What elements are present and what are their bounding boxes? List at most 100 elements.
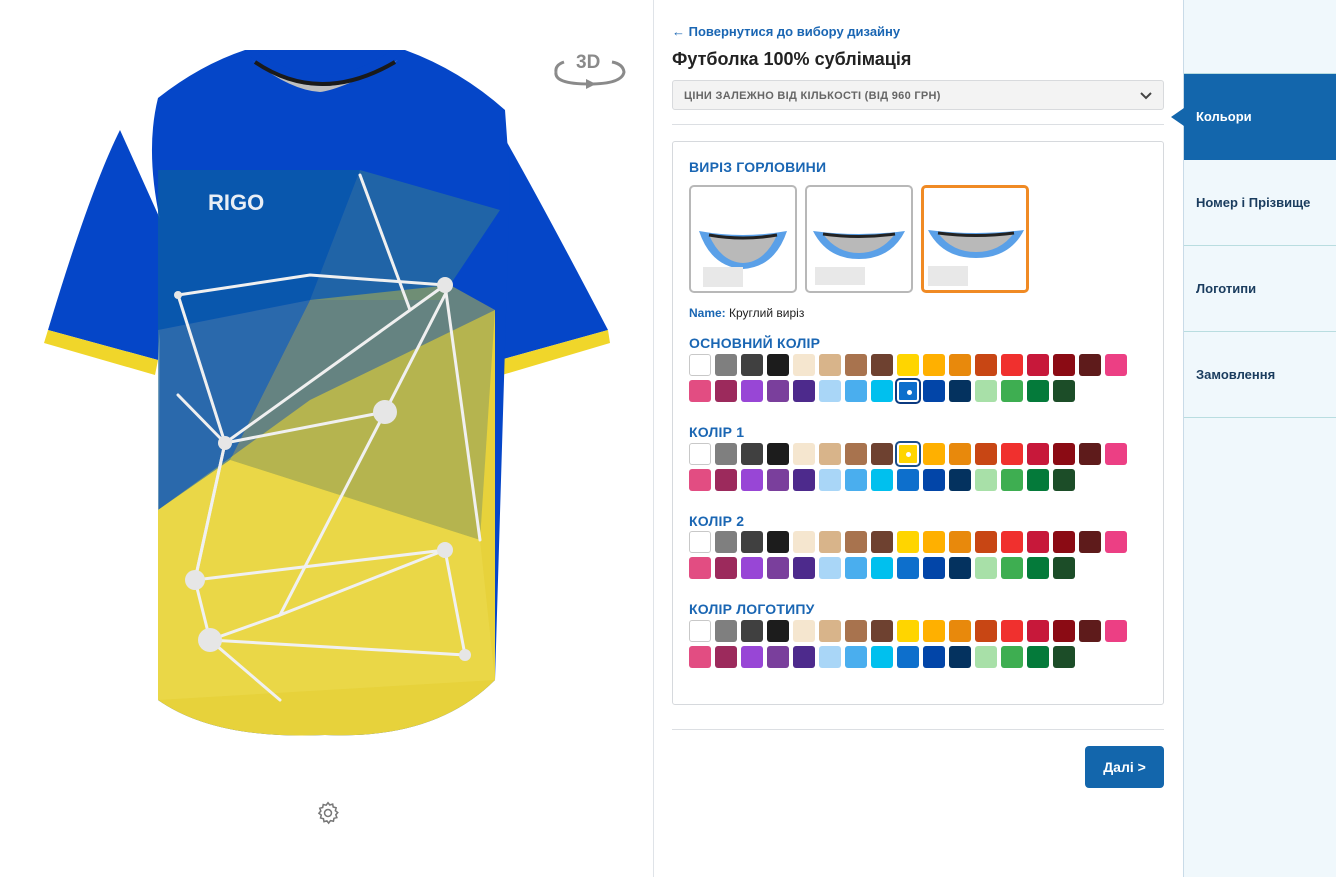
color-swatch[interactable] [975, 646, 997, 668]
color-swatch[interactable] [767, 557, 789, 579]
color-swatch[interactable] [715, 354, 737, 376]
color-swatch[interactable] [793, 469, 815, 491]
color-swatch[interactable] [1053, 557, 1075, 579]
color-swatch[interactable] [1053, 620, 1075, 642]
color-swatch[interactable] [1053, 354, 1075, 376]
color-swatch[interactable] [897, 620, 919, 642]
color-swatch[interactable] [767, 531, 789, 553]
color-swatch[interactable] [767, 354, 789, 376]
color-swatch[interactable] [819, 380, 841, 402]
color-swatch[interactable] [975, 354, 997, 376]
color-swatch[interactable] [1105, 354, 1127, 376]
color-swatch[interactable] [689, 354, 711, 376]
color-swatch[interactable] [767, 380, 789, 402]
color-swatch[interactable] [1027, 557, 1049, 579]
color-swatch[interactable] [1105, 443, 1127, 465]
color-swatch[interactable] [1027, 380, 1049, 402]
next-button[interactable]: Далі > [1085, 746, 1164, 788]
color-swatch[interactable] [741, 620, 763, 642]
color-swatch[interactable] [845, 557, 867, 579]
color-swatch[interactable] [871, 646, 893, 668]
color-swatch[interactable] [1105, 531, 1127, 553]
color-swatch[interactable] [949, 354, 971, 376]
color-swatch[interactable] [923, 620, 945, 642]
color-swatch[interactable] [689, 469, 711, 491]
color-swatch[interactable] [1079, 531, 1101, 553]
side-nav-item-colors[interactable]: Кольори [1171, 74, 1336, 160]
color-swatch[interactable] [897, 531, 919, 553]
color-swatch[interactable] [923, 531, 945, 553]
color-swatch[interactable] [1001, 354, 1023, 376]
color-swatch[interactable] [793, 620, 815, 642]
color-swatch-selected[interactable] [895, 441, 921, 467]
color-swatch[interactable] [1027, 646, 1049, 668]
side-nav-item-number-name[interactable]: Номер і Прізвище [1184, 160, 1336, 246]
color-swatch[interactable] [975, 620, 997, 642]
color-swatch[interactable] [715, 469, 737, 491]
color-swatch[interactable] [715, 620, 737, 642]
color-swatch[interactable] [1001, 557, 1023, 579]
color-swatch[interactable] [897, 354, 919, 376]
color-swatch[interactable] [845, 469, 867, 491]
color-swatch[interactable] [897, 646, 919, 668]
color-swatch[interactable] [975, 557, 997, 579]
color-swatch[interactable] [923, 469, 945, 491]
color-swatch[interactable] [767, 443, 789, 465]
color-swatch[interactable] [975, 531, 997, 553]
color-swatch[interactable] [689, 443, 711, 465]
color-swatch[interactable] [975, 443, 997, 465]
color-swatch[interactable] [845, 443, 867, 465]
color-swatch[interactable] [793, 646, 815, 668]
color-swatch[interactable] [871, 620, 893, 642]
color-swatch[interactable] [793, 443, 815, 465]
color-swatch[interactable] [1001, 531, 1023, 553]
color-swatch[interactable] [1053, 443, 1075, 465]
color-swatch[interactable] [767, 646, 789, 668]
side-nav-item-order[interactable]: Замовлення [1184, 332, 1336, 418]
color-swatch[interactable] [975, 380, 997, 402]
rotate-3d-button[interactable]: 3D [550, 50, 628, 92]
color-swatch[interactable] [923, 354, 945, 376]
color-swatch[interactable] [845, 531, 867, 553]
color-swatch[interactable] [949, 620, 971, 642]
color-swatch[interactable] [949, 557, 971, 579]
color-swatch[interactable] [793, 354, 815, 376]
color-swatch[interactable] [819, 646, 841, 668]
color-swatch[interactable] [715, 443, 737, 465]
color-swatch[interactable] [845, 354, 867, 376]
color-swatch[interactable] [845, 646, 867, 668]
neckline-option-1[interactable] [689, 185, 797, 293]
color-swatch[interactable] [949, 646, 971, 668]
color-swatch[interactable] [741, 531, 763, 553]
color-swatch[interactable] [819, 557, 841, 579]
color-swatch[interactable] [741, 354, 763, 376]
color-swatch[interactable] [1001, 620, 1023, 642]
color-swatch-selected[interactable] [895, 378, 921, 404]
color-swatch[interactable] [819, 354, 841, 376]
color-swatch[interactable] [923, 443, 945, 465]
color-swatch[interactable] [689, 557, 711, 579]
color-swatch[interactable] [871, 354, 893, 376]
color-swatch[interactable] [1079, 443, 1101, 465]
neckline-option-2[interactable] [805, 185, 913, 293]
color-swatch[interactable] [949, 531, 971, 553]
color-swatch[interactable] [793, 531, 815, 553]
color-swatch[interactable] [871, 557, 893, 579]
color-swatch[interactable] [1001, 380, 1023, 402]
color-swatch[interactable] [741, 443, 763, 465]
side-nav-item-logos[interactable]: Логотипи [1184, 246, 1336, 332]
color-swatch[interactable] [897, 557, 919, 579]
color-swatch[interactable] [949, 469, 971, 491]
color-swatch[interactable] [1079, 354, 1101, 376]
color-swatch[interactable] [1053, 646, 1075, 668]
color-swatch[interactable] [741, 557, 763, 579]
color-swatch-selected[interactable] [689, 620, 711, 642]
color-swatch[interactable] [949, 443, 971, 465]
color-swatch[interactable] [1079, 620, 1101, 642]
color-swatch[interactable] [793, 380, 815, 402]
color-swatch[interactable] [819, 469, 841, 491]
color-swatch[interactable] [1027, 443, 1049, 465]
back-to-design-link[interactable]: ← Повернутися до вибору дизайну [672, 24, 900, 39]
color-swatch[interactable] [1053, 380, 1075, 402]
color-swatch[interactable] [923, 646, 945, 668]
